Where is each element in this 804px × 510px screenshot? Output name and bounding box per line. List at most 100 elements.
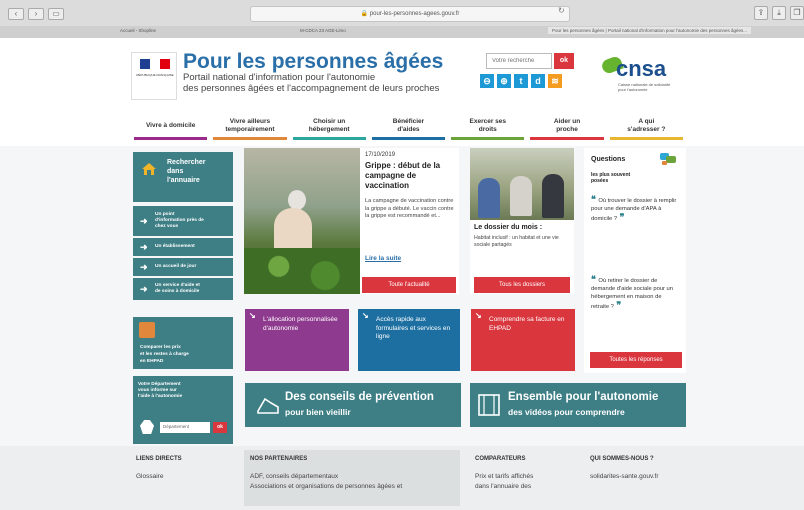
departement-box: Votre Département vous informe sur l'aide …: [133, 376, 233, 444]
departement-select[interactable]: Département: [160, 422, 210, 433]
cnsa-wordmark: cnsa: [616, 56, 667, 81]
footer-heading: NOS PARTENAIRES: [250, 456, 308, 462]
tab-active[interactable]: Pour les personnes âgées | Portail natio…: [548, 27, 752, 34]
annuaire-link-accueil-jour[interactable]: ➜ Un accueil de jour: [133, 258, 233, 276]
quote-close-icon: ❞: [617, 212, 625, 222]
faq-card: Questions les plus souvent posées ❝ Où tr…: [584, 148, 686, 373]
french-flag-icon: [140, 59, 170, 69]
nav-label: Bénéficier: [392, 117, 425, 125]
dossier-photo[interactable]: [470, 148, 574, 220]
nav-item-vivre-ailleurs[interactable]: Vivre ailleurs temporairement: [213, 112, 287, 140]
quote-close-icon: ❞: [613, 300, 622, 310]
address-bar[interactable]: 🔒 pour-les-personnes-agees.gouv.fr: [250, 6, 570, 22]
annuaire-links: ➜ Un point d'information près de chez vous …: [133, 206, 233, 302]
republique-francaise-logo[interactable]: RÉPUBLIQUE FRANÇAISE: [131, 52, 177, 100]
cnsa-logo[interactable]: cnsa Caisse nationale de solidarité pour…: [600, 54, 680, 104]
nav-label: proche: [556, 125, 578, 133]
footer: LIENS DIRECTS Glossaire NOS PARTENAIRES …: [0, 446, 804, 510]
footer-comparateurs: COMPARATEURS Prix et tarifs affichés dan…: [475, 456, 533, 492]
nav-label: A qui: [638, 117, 655, 125]
faq-question-text: Où trouver le dossier à remplir pour une…: [591, 198, 677, 222]
all-dossiers-button[interactable]: Tous les dossiers: [474, 277, 570, 293]
read-more-link[interactable]: Lire la suite: [365, 255, 401, 262]
footer-heading: QUI SOMMES-NOUS ?: [590, 456, 654, 462]
zoom-out-icon[interactable]: ⊖: [480, 74, 494, 88]
calculator-icon: [139, 322, 155, 338]
banner-videos[interactable]: Ensemble pour l'autonomie des vidéos pou…: [470, 383, 686, 427]
annuaire-title-l1: Rechercher: [167, 159, 206, 166]
house-icon: [142, 163, 156, 175]
annuaire-title-l3: l'annuaire: [167, 177, 200, 184]
chevron-down-icon: ↘: [475, 311, 482, 320]
nav-item-aider-proche[interactable]: Aider un proche: [530, 112, 604, 140]
all-news-button[interactable]: Toute l'actualité: [362, 277, 456, 293]
search-input[interactable]: [486, 53, 552, 69]
arrow-right-icon: ➜: [140, 242, 148, 252]
running-shoe-icon: [257, 397, 279, 414]
nav-item-choisir-hebergement[interactable]: Choisir un hébergement: [292, 112, 366, 140]
arrow-right-icon: ➜: [140, 284, 148, 294]
faq-question-aide-sociale[interactable]: ❝ Où retirer le dossier de demande d'aid…: [591, 275, 681, 311]
annuaire-link-point-info[interactable]: ➜ Un point d'information près de chez vous: [133, 206, 233, 236]
news-title[interactable]: Grippe : début de la campagne de vaccina…: [365, 161, 455, 191]
photo-head: [288, 190, 306, 210]
nav-label: Aider un: [553, 117, 581, 125]
download-icon[interactable]: ⤓: [772, 6, 786, 20]
banner-prevention-l2: pour bien vieillir: [285, 407, 351, 417]
arrow-right-icon: ➜: [140, 216, 148, 226]
nav-item-exercer-droits[interactable]: Exercer ses droits: [451, 112, 525, 140]
search-button[interactable]: ok: [554, 53, 574, 69]
annuaire-title-l2: dans: [167, 168, 184, 175]
faq-question-apa[interactable]: ❝ Où trouver le dossier à remplir pour u…: [591, 195, 681, 223]
sidebar-toggle-icon[interactable]: ‹: [8, 8, 24, 20]
zoom-in-icon[interactable]: ⊕: [497, 74, 511, 88]
tab-cdca[interactable]: M-CDCA 23 AGE-Limo: [300, 28, 346, 33]
footer-qui-sommes-nous: QUI SOMMES-NOUS ? solidarites-sante.gouv…: [590, 456, 659, 482]
annuaire-header[interactable]: Rechercher dans l'annuaire: [133, 152, 233, 202]
nav-item-beneficier-aides[interactable]: Bénéficier d'aides: [371, 112, 446, 140]
news-photo[interactable]: [244, 148, 360, 294]
accessibility-tools: ⊖ ⊕ t d ≋: [480, 74, 562, 88]
comparer-prix-box[interactable]: Comparer les prix et les restes à charge e…: [133, 317, 233, 369]
twitter-icon[interactable]: t: [514, 74, 528, 88]
address-bar-text: pour-les-personnes-agees.gouv.fr: [369, 11, 460, 17]
photo-person: [478, 178, 500, 218]
footer-liens-directs: LIENS DIRECTS Glossaire: [136, 456, 182, 482]
tab-shopline[interactable]: Accueil - Shopline: [120, 28, 156, 33]
tile-formulaires[interactable]: ↘ Accès rapide aux formulaires et service…: [358, 309, 460, 371]
dailymotion-icon[interactable]: d: [531, 74, 545, 88]
nav-label: s'adresser ?: [627, 125, 666, 133]
tabs-icon[interactable]: ❐: [790, 6, 804, 20]
tile-apa[interactable]: ↘ L'allocation personnalisée d'autonomie: [245, 309, 349, 371]
forward-icon[interactable]: ›: [28, 8, 44, 20]
footer-link-solidarites[interactable]: solidarites-sante.gouv.fr: [590, 472, 659, 482]
chevron-down-icon: ↘: [362, 311, 369, 320]
faq-title: Questions: [591, 156, 626, 163]
footer-link-prix[interactable]: Prix et tarifs affichés: [475, 472, 533, 482]
faq-question-text: Où retirer le dossier de demande d'aide …: [591, 278, 673, 310]
footer-heading: COMPARATEURS: [475, 456, 526, 462]
footer-link-annuaire[interactable]: dans l'annuaire des: [475, 482, 533, 492]
rss-icon[interactable]: ≋: [548, 74, 562, 88]
nav-label: Exercer ses: [469, 117, 507, 125]
tile-facture-ehpad[interactable]: ↘ Comprendre sa facture en EHPAD: [471, 309, 575, 371]
photo-person: [510, 176, 532, 216]
nav-item-a-qui-sadresser[interactable]: A qui s'adresser ?: [609, 112, 683, 140]
photo-plants: [244, 248, 360, 294]
nav-label: hébergement: [308, 125, 350, 133]
dossier-title[interactable]: Le dossier du mois :: [474, 224, 542, 231]
footer-link-adf[interactable]: ADF, conseils départementaux: [250, 472, 454, 482]
footer-link-associations[interactable]: Associations et organisations de personn…: [250, 482, 454, 492]
site-title[interactable]: Pour les personnes âgées: [183, 50, 443, 74]
footer-heading: LIENS DIRECTS: [136, 456, 182, 462]
annuaire-link-service-aide[interactable]: ➜ Un service d'aide et de soins à domicile: [133, 278, 233, 300]
banner-prevention[interactable]: Des conseils de prévention pour bien vie…: [245, 383, 461, 427]
tab-overview-icon[interactable]: ▭: [48, 8, 64, 20]
footer-link-glossaire[interactable]: Glossaire: [136, 472, 182, 482]
reload-icon[interactable]: ↻: [558, 6, 565, 15]
all-answers-button[interactable]: Toutes les réponses: [590, 352, 682, 368]
annuaire-link-etablissement[interactable]: ➜ Un établissement: [133, 238, 233, 256]
departement-ok-button[interactable]: ok: [213, 422, 227, 433]
share-icon[interactable]: ⇪: [754, 6, 768, 20]
nav-item-vivre-a-domicile[interactable]: Vivre à domicile: [134, 112, 208, 140]
